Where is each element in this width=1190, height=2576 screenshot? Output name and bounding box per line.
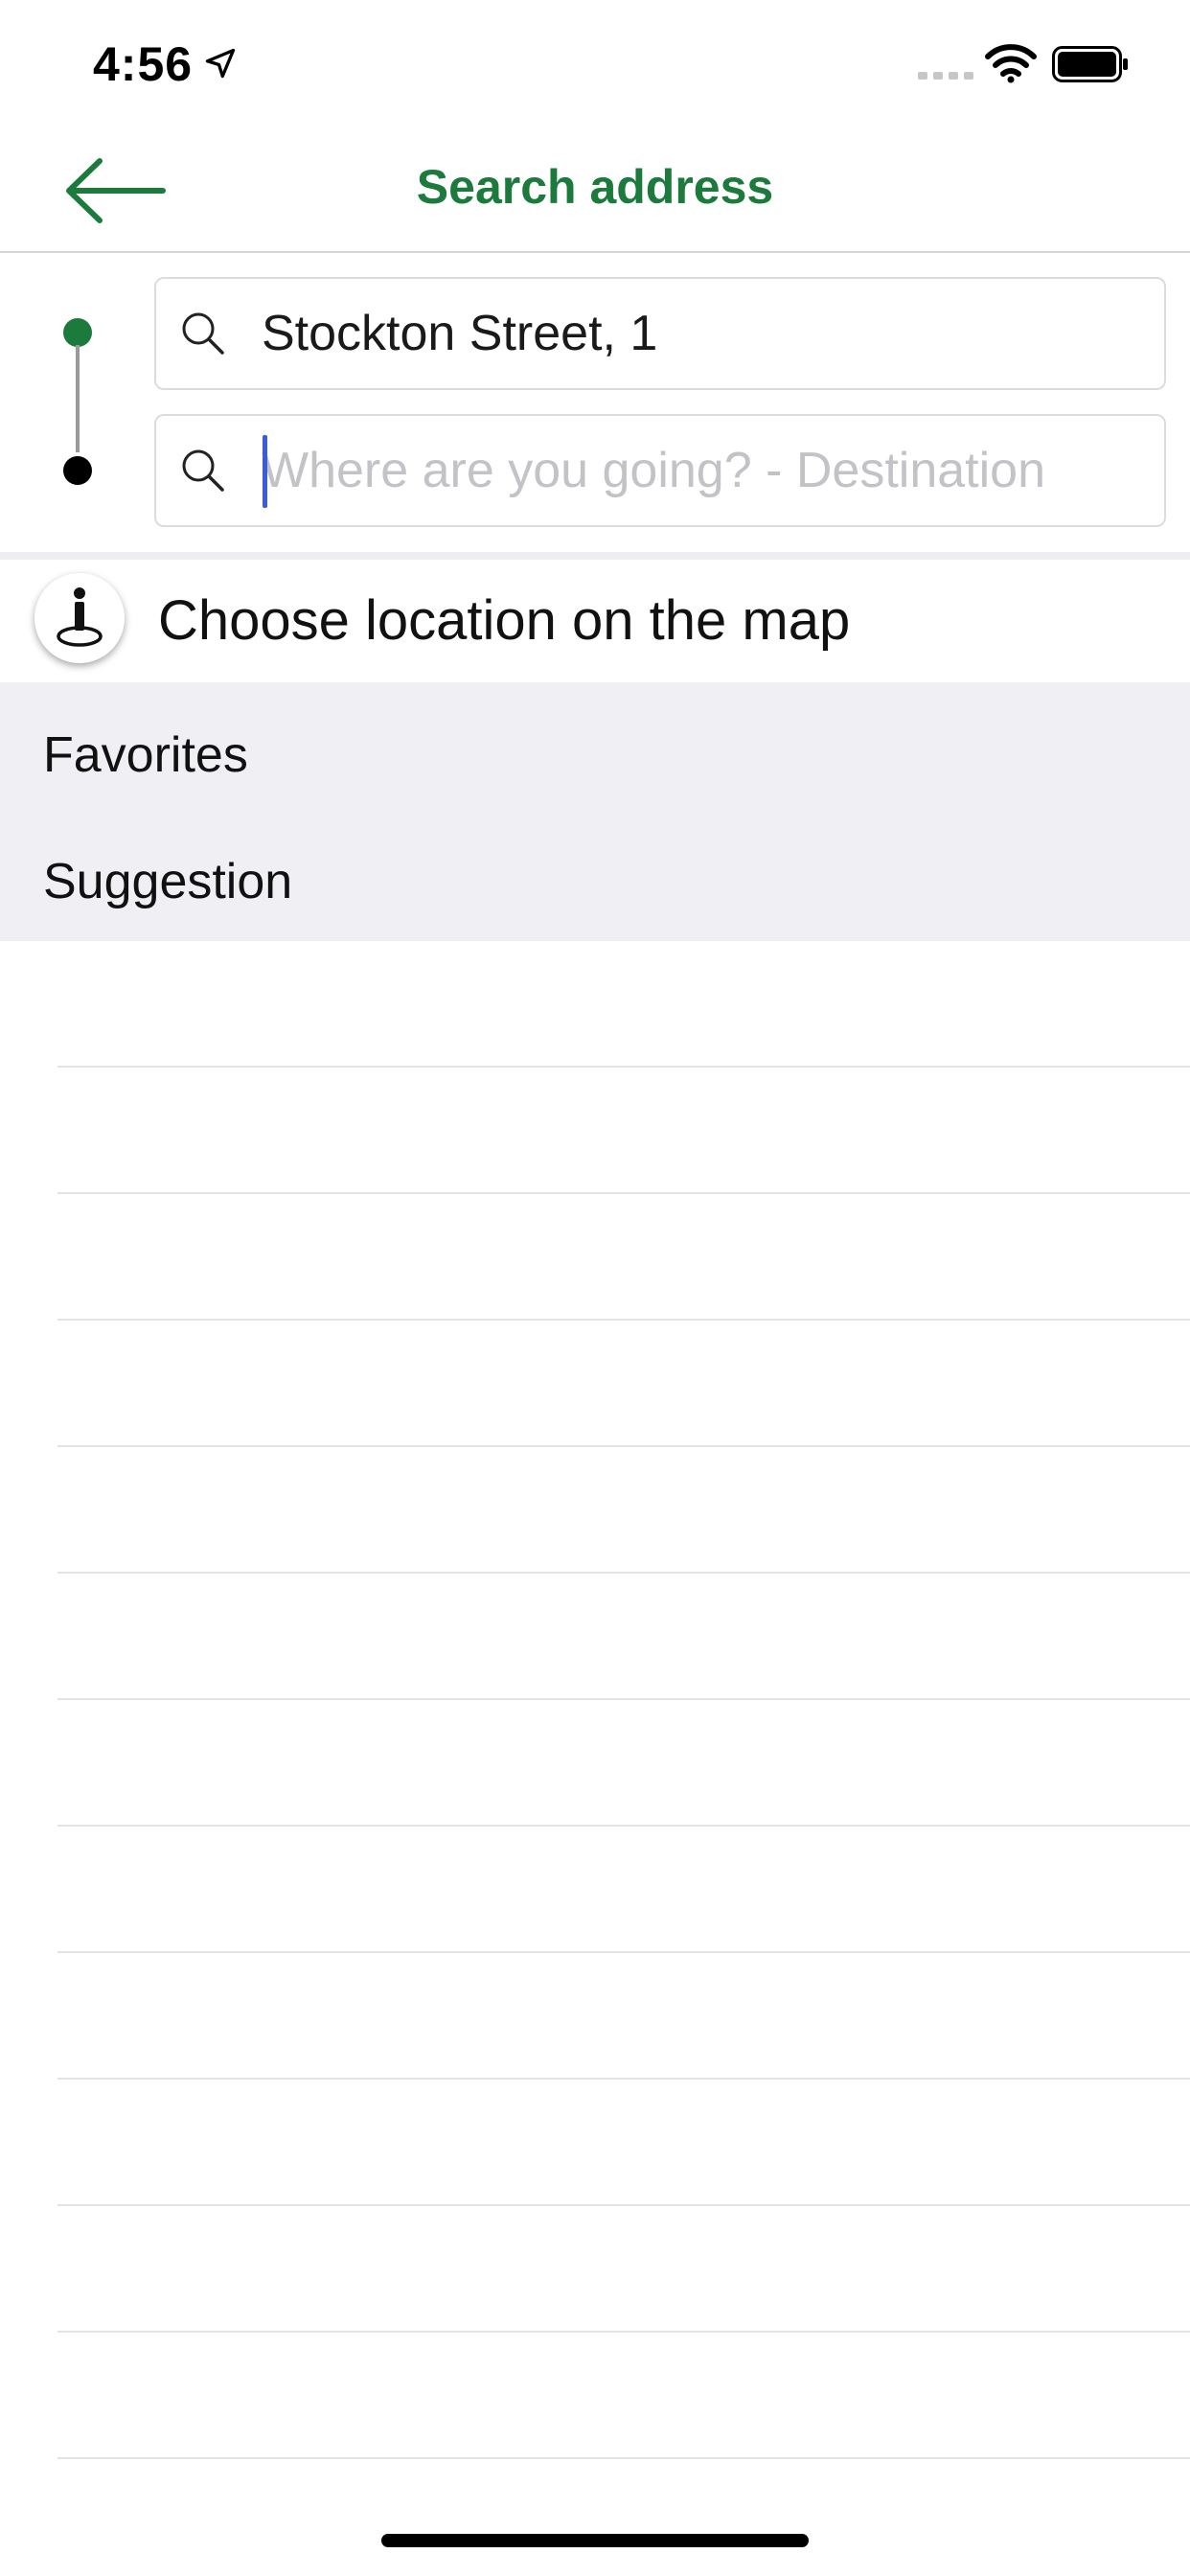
status-bar: 4:56 [0, 0, 1190, 126]
location-arrow-icon [205, 48, 236, 79]
list-item[interactable] [57, 1953, 1190, 2080]
battery-icon [1052, 46, 1128, 82]
home-indicator[interactable] [381, 2534, 809, 2547]
favorites-section-header[interactable]: Favorites [43, 726, 248, 784]
destination-search-box[interactable] [154, 414, 1166, 527]
suggestion-section-header[interactable]: Suggestion [43, 853, 292, 910]
map-pin-person-icon [57, 587, 103, 647]
list-item[interactable] [57, 1700, 1190, 1827]
list-item[interactable] [57, 2333, 1190, 2459]
list-item[interactable] [57, 1068, 1190, 1194]
search-icon [182, 449, 224, 492]
origin-search-box[interactable] [154, 277, 1166, 390]
search-address-screen: 4:56 Search address Stockton Street, 1 W… [0, 0, 1190, 2576]
text-cursor [263, 435, 267, 508]
navigation-bar: Search address [0, 126, 1190, 253]
route-inputs [0, 253, 1190, 554]
list-item[interactable] [57, 1574, 1190, 1700]
list-item[interactable] [57, 2080, 1190, 2206]
list-item[interactable] [57, 1321, 1190, 1447]
destination-dot [63, 456, 92, 485]
section-divider [0, 552, 1190, 560]
status-time: 4:56 [93, 37, 194, 91]
cellular-signal-icon [918, 72, 973, 80]
list-item[interactable] [57, 2206, 1190, 2333]
list-item[interactable] [57, 1447, 1190, 1574]
list-item[interactable] [57, 1194, 1190, 1321]
list-item[interactable] [57, 1827, 1190, 1953]
choose-location-label: Choose location on the map [158, 589, 851, 652]
page-title: Search address [416, 160, 774, 214]
route-connector-line [76, 345, 80, 452]
choose-location-on-map-button[interactable]: Choose location on the map [0, 560, 1190, 682]
search-icon [182, 312, 224, 355]
origin-input[interactable] [262, 279, 1143, 388]
destination-input[interactable] [262, 416, 1143, 525]
map-pin-badge [34, 573, 125, 663]
wifi-icon [985, 44, 1037, 83]
origin-dot [63, 318, 92, 347]
results-list [0, 941, 1190, 2474]
list-item[interactable] [57, 941, 1190, 1068]
